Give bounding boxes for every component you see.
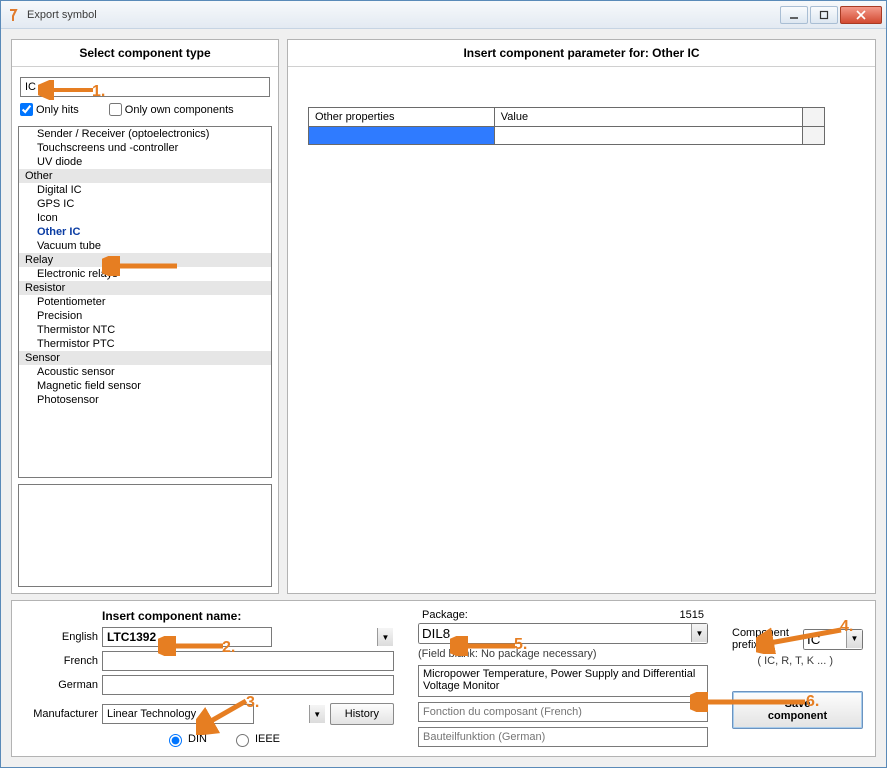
tree-item[interactable]: Touchscreens und -controller [19,141,271,155]
ieee-radio-input[interactable] [236,734,249,747]
din-radio-input[interactable] [169,734,182,747]
tree-category[interactable]: Other [19,169,271,183]
tree-category[interactable]: Resistor [19,281,271,295]
manufacturer-input[interactable] [102,704,254,724]
maximize-button[interactable] [810,6,838,24]
only-own-checkbox[interactable]: Only own components [109,103,234,116]
tree-item[interactable]: Potentiometer [19,295,271,309]
english-label: English [24,631,98,643]
right-panel-title: Insert component parameter for: Other IC [288,40,875,67]
tree-item[interactable]: Thermistor PTC [19,337,271,351]
history-button[interactable]: History [330,703,394,725]
description-de-input[interactable] [418,727,708,747]
german-label: German [24,679,98,691]
tree-item[interactable]: Thermistor NTC [19,323,271,337]
properties-table[interactable]: Other properties Value [308,107,825,145]
close-button[interactable] [840,6,882,24]
insert-name-title: Insert component name: [24,609,394,623]
din-radio[interactable]: DIN [164,731,207,747]
tree-item[interactable]: Magnetic field sensor [19,379,271,393]
only-own-checkbox-input[interactable] [109,103,122,116]
ieee-radio[interactable]: IEEE [231,731,280,747]
din-label: DIN [188,733,207,745]
tree-item[interactable]: Other IC [19,225,271,239]
lower-panel: Insert component name: English ▼ French … [11,600,876,757]
chevron-down-icon[interactable]: ▼ [846,630,862,648]
component-search-input[interactable] [20,77,270,97]
only-hits-checkbox[interactable]: Only hits [20,103,79,116]
prefix-label: Component prefix: [732,627,797,651]
component-tree[interactable]: Sender / Receiver (optoelectronics)Touch… [18,126,272,478]
tree-item[interactable]: Photosensor [19,393,271,407]
left-panel-title: Select component type [12,40,278,67]
tree-category[interactable]: Relay [19,253,271,267]
tree-item[interactable]: UV diode [19,155,271,169]
description-en-input[interactable] [418,665,708,697]
tree-item[interactable]: Acoustic sensor [19,365,271,379]
package-input[interactable] [418,623,708,644]
manufacturer-label: Manufacturer [24,708,98,720]
save-component-button[interactable]: Save component [732,691,863,729]
tree-item[interactable]: Electronic relays [19,267,271,281]
tree-item[interactable]: Sender / Receiver (optoelectronics) [19,127,271,141]
only-own-label: Only own components [125,104,234,116]
parameter-panel: Insert component parameter for: Other IC… [287,39,876,594]
chevron-down-icon[interactable]: ▼ [691,624,707,642]
tree-item[interactable]: Vacuum tube [19,239,271,253]
tree-item[interactable]: GPS IC [19,197,271,211]
client-area: Select component type Only hits Only own… [1,29,886,767]
chevron-down-icon[interactable]: ▼ [309,705,325,723]
french-name-input[interactable] [102,651,394,671]
package-label: Package: [422,609,468,621]
prefix-hint: ( IC, R, T, K ... ) [732,655,863,667]
window: Export symbol Select component type [0,0,887,768]
col-other-properties: Other properties [309,108,495,127]
only-hits-checkbox-input[interactable] [20,103,33,116]
package-code: 1515 [680,609,704,621]
window-title: Export symbol [27,9,97,21]
minimize-button[interactable] [780,6,808,24]
app-icon [5,7,21,23]
chevron-down-icon[interactable]: ▼ [377,628,393,646]
english-name-input[interactable] [102,627,272,647]
french-label: French [24,655,98,667]
package-hint: (Field blank: No package necessary) [418,648,708,660]
tree-item[interactable]: Icon [19,211,271,225]
ieee-label: IEEE [255,733,280,745]
titlebar: Export symbol [1,1,886,29]
table-row[interactable] [309,127,825,145]
select-component-panel: Select component type Only hits Only own… [11,39,279,594]
description-fr-input[interactable] [418,702,708,722]
col-value: Value [494,108,802,127]
tree-item[interactable]: Precision [19,309,271,323]
only-hits-label: Only hits [36,104,79,116]
preview-box [18,484,272,587]
tree-category[interactable]: Sensor [19,351,271,365]
tree-item[interactable]: Digital IC [19,183,271,197]
german-name-input[interactable] [102,675,394,695]
